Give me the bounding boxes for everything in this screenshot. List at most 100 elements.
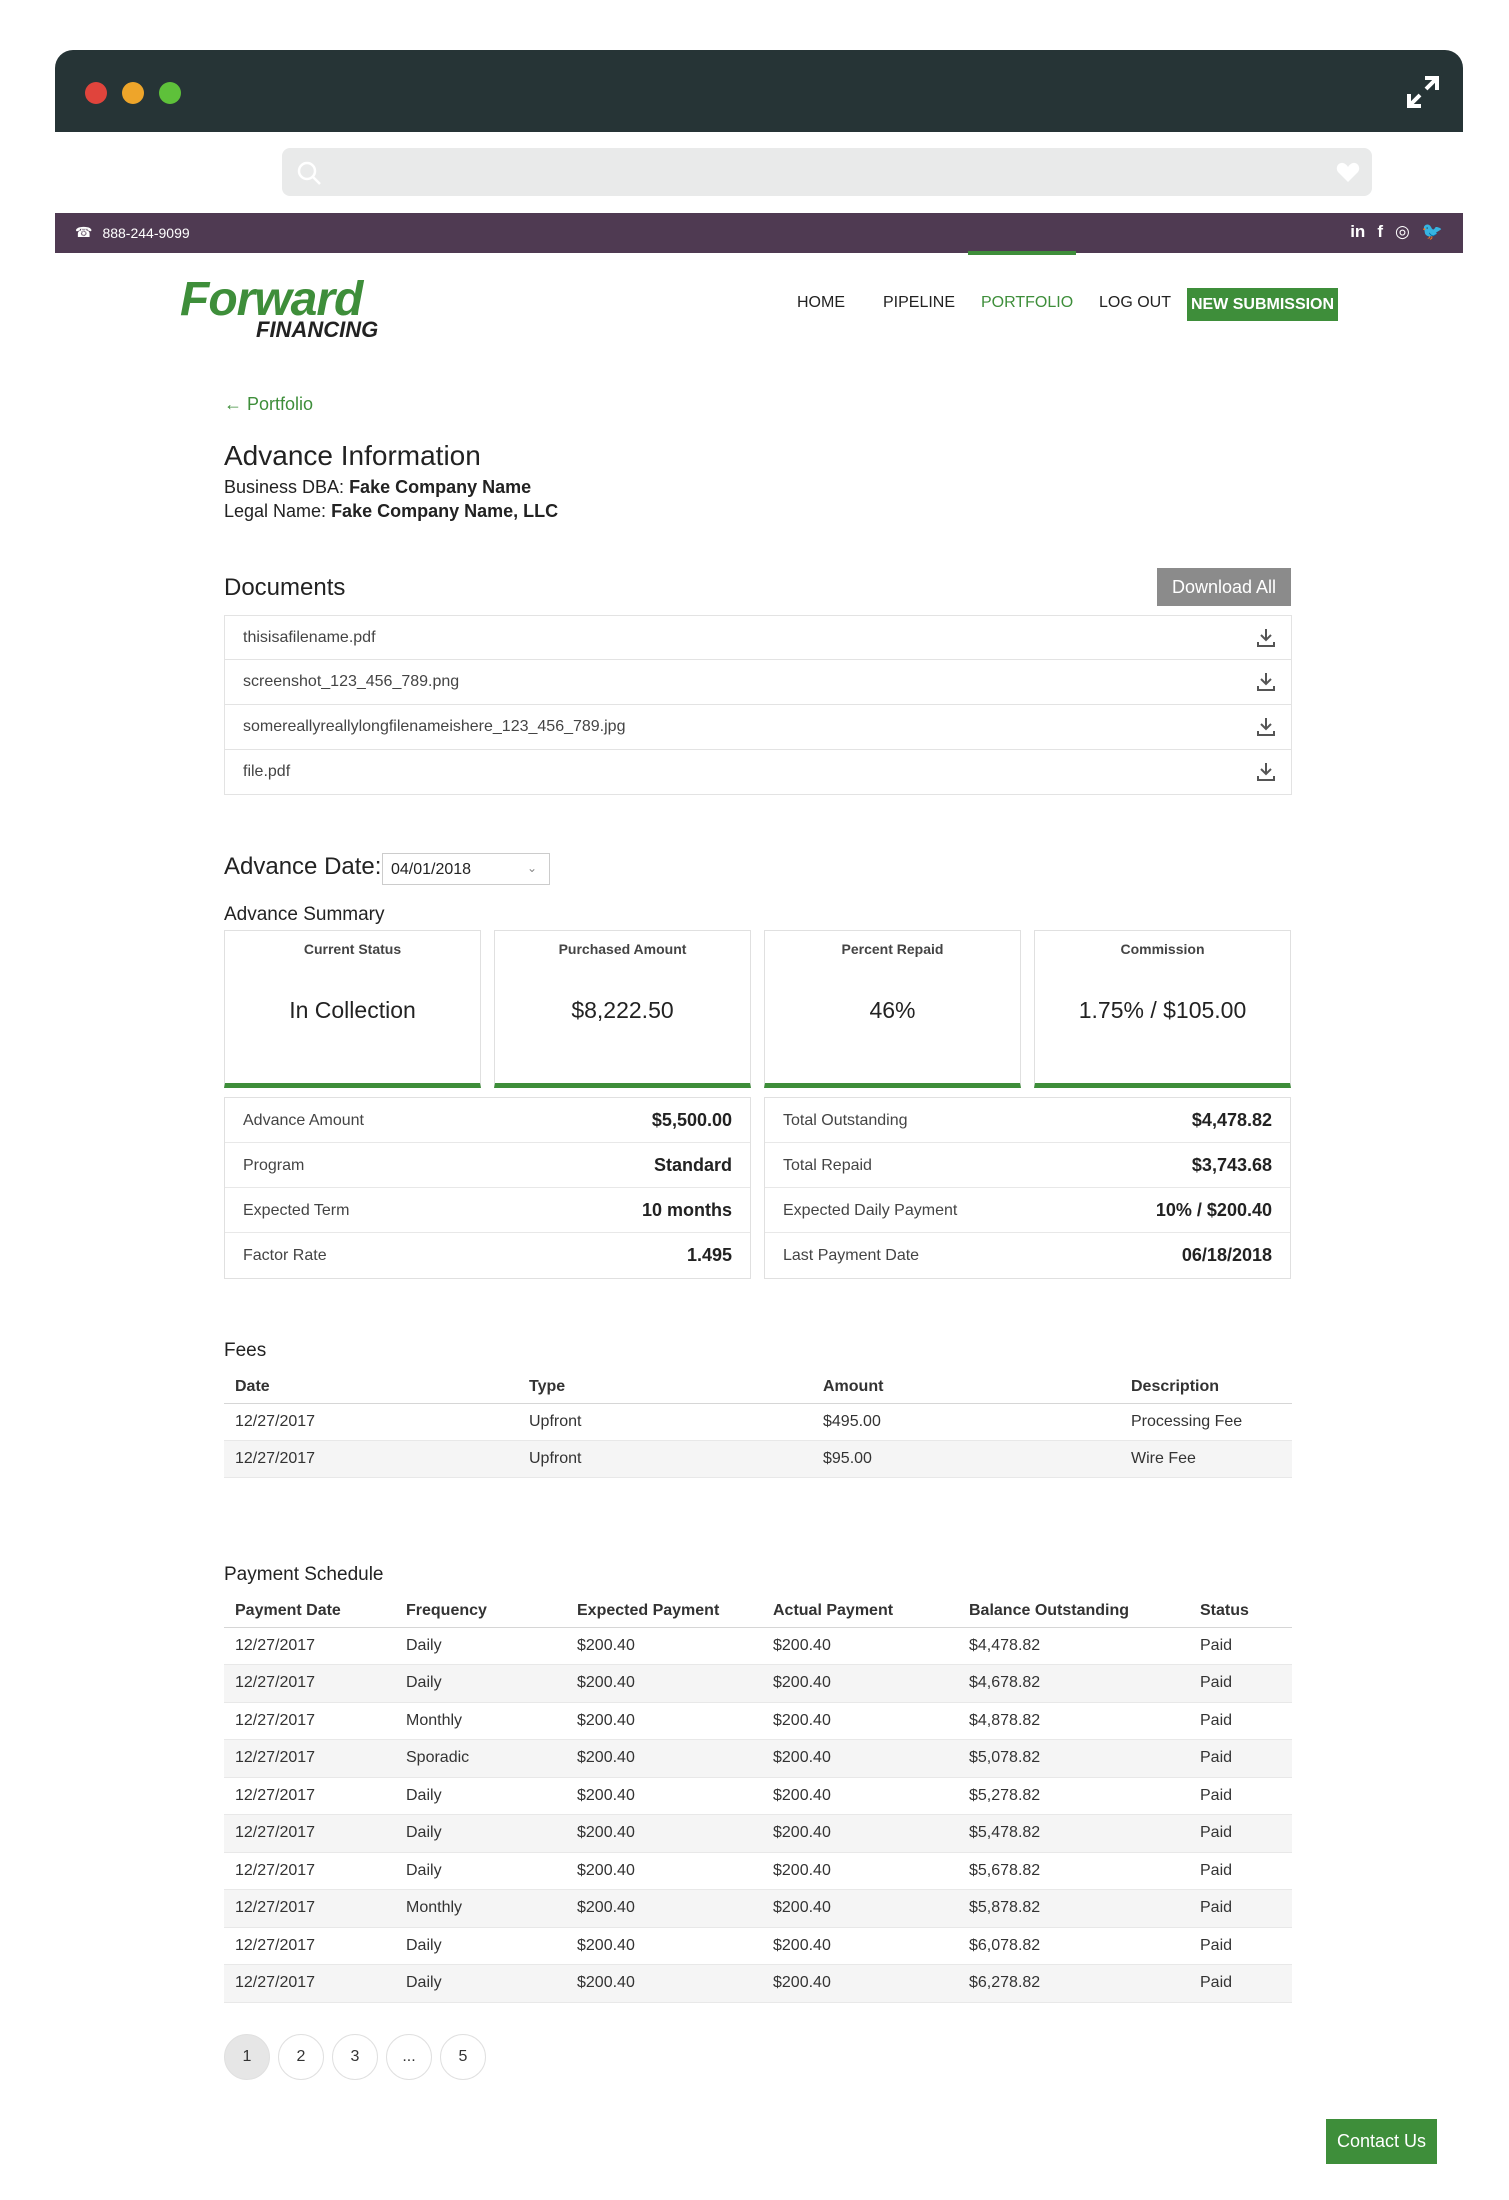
advance-details-left: Advance Amount $5,500.00 Program Standard … — [224, 1097, 751, 1279]
heart-icon[interactable] — [1336, 161, 1360, 183]
expected-payment: $200.40 — [566, 1964, 762, 2003]
detail-key: Total Outstanding — [783, 1112, 908, 1129]
card-label: Commission — [1120, 941, 1205, 957]
pay-header-status: Status — [1189, 1596, 1292, 1628]
logo-word-financing: FINANCING — [256, 317, 379, 342]
payment-status: Paid — [1189, 1814, 1292, 1853]
twitter-icon[interactable]: 🐦 — [1422, 222, 1443, 242]
table-row: 12/27/2017 Daily $200.40 $200.40 $5,678.82 Pa… — [224, 1852, 1292, 1890]
advance-date-value: 04/01/2018 — [391, 861, 472, 878]
payment-date: 12/27/2017 — [224, 1627, 395, 1665]
payment-date: 12/27/2017 — [224, 1739, 395, 1778]
back-to-portfolio-link[interactable]: ← Portfolio — [224, 394, 313, 415]
payment-date: 12/27/2017 — [224, 1889, 395, 1928]
expected-payment: $200.40 — [566, 1927, 762, 1965]
pay-header-expected: Expected Payment — [566, 1596, 762, 1628]
detail-value: 06/18/2018 — [1181, 1245, 1272, 1265]
detail-row: Total Outstanding $4,478.82 — [765, 1098, 1290, 1143]
detail-key: Expected Term — [243, 1202, 350, 1219]
balance-outstanding: $5,478.82 — [958, 1814, 1189, 1853]
detail-key: Program — [243, 1157, 305, 1174]
linkedin-icon[interactable]: in — [1350, 222, 1365, 242]
table-row: 12/27/2017 Daily $200.40 $200.40 $5,478.82 Pa… — [224, 1814, 1292, 1853]
fee-description: Processing Fee — [1120, 1403, 1292, 1441]
legal-name: Legal Name: Fake Company Name, LLC — [224, 501, 558, 522]
fee-date: 12/27/2017 — [224, 1403, 518, 1441]
detail-key: Total Repaid — [783, 1157, 872, 1174]
phone-icon: ☎ — [75, 224, 93, 240]
download-icon[interactable] — [1255, 761, 1277, 783]
download-all-button[interactable]: Download All — [1157, 568, 1291, 606]
new-submission-button[interactable]: NEW SUBMISSION — [1187, 288, 1338, 321]
payment-date: 12/27/2017 — [224, 1964, 395, 2003]
detail-row: Factor Rate 1.495 — [225, 1233, 750, 1278]
table-row: 12/27/2017 Monthly $200.40 $200.40 $5,878.82… — [224, 1889, 1292, 1928]
summary-card-status: Current Status In Collection — [224, 930, 481, 1088]
expected-payment: $200.40 — [566, 1852, 762, 1890]
document-row[interactable]: somereallyreallylongfilenameishere_123_4… — [224, 705, 1292, 750]
download-icon[interactable] — [1255, 671, 1277, 693]
chevron-down-icon: ⌄ — [526, 861, 537, 875]
balance-outstanding: $6,278.82 — [958, 1964, 1189, 2003]
forward-financing-logo[interactable]: Forward FINANCING — [180, 274, 380, 344]
phone-number[interactable]: ☎ 888-244-9099 — [75, 224, 190, 241]
page-3-button[interactable]: 3 — [332, 2034, 378, 2080]
page-5-button[interactable]: 5 — [440, 2034, 486, 2080]
payment-status: Paid — [1189, 1664, 1292, 1703]
page-title: Advance Information — [224, 440, 481, 471]
business-dba: Business DBA: Fake Company Name — [224, 477, 531, 498]
fees-header-type: Type — [518, 1372, 812, 1404]
fees-header-amount: Amount — [812, 1372, 1120, 1404]
detail-row: Last Payment Date 06/18/2018 — [765, 1233, 1290, 1278]
expected-payment: $200.40 — [566, 1814, 762, 1853]
document-row[interactable]: screenshot_123_456_789.png — [224, 660, 1292, 705]
browser-address-bar[interactable] — [282, 148, 1372, 196]
table-row: 12/27/2017 Daily $200.40 $200.40 $4,478.82 Pa… — [224, 1627, 1292, 1665]
fee-date: 12/27/2017 — [224, 1440, 518, 1478]
nav-pipeline[interactable]: PIPELINE — [883, 294, 955, 312]
page-2-button[interactable]: 2 — [278, 2034, 324, 2080]
advance-details-right: Total Outstanding $4,478.82 Total Repaid $… — [764, 1097, 1291, 1279]
nav-portfolio[interactable]: PORTFOLIO — [981, 294, 1073, 312]
detail-row: Advance Amount $5,500.00 — [225, 1098, 750, 1143]
expected-payment: $200.40 — [566, 1664, 762, 1703]
actual-payment: $200.40 — [762, 1739, 958, 1778]
pagination: 1 2 3 ... 5 — [224, 2034, 486, 2080]
page-1-button[interactable]: 1 — [224, 2034, 270, 2080]
advance-date-select[interactable]: 04/01/2018 ⌄ — [382, 853, 550, 885]
document-filename: somereallyreallylongfilenameishere_123_4… — [243, 718, 626, 735]
detail-key: Advance Amount — [243, 1112, 364, 1129]
close-window-button[interactable] — [85, 82, 107, 104]
table-row: 12/27/2017 Upfront $95.00 Wire Fee — [224, 1440, 1292, 1478]
nav-logout[interactable]: LOG OUT — [1099, 294, 1171, 312]
download-icon[interactable] — [1255, 716, 1277, 738]
zoom-window-button[interactable] — [159, 82, 181, 104]
document-row[interactable]: file.pdf — [224, 750, 1292, 795]
document-filename: thisisafilename.pdf — [243, 629, 376, 646]
nav-home[interactable]: HOME — [797, 294, 845, 312]
download-icon[interactable] — [1255, 627, 1277, 649]
instagram-icon[interactable]: ◎ — [1395, 222, 1410, 242]
detail-value: $4,478.82 — [1191, 1110, 1272, 1130]
detail-value: $3,743.68 — [1191, 1155, 1272, 1175]
fee-type: Upfront — [518, 1403, 812, 1441]
balance-outstanding: $6,078.82 — [958, 1927, 1189, 1965]
advance-date-label: Advance Date: — [224, 853, 382, 880]
detail-value: $5,500.00 — [651, 1110, 732, 1130]
contact-us-button[interactable]: Contact Us — [1326, 2119, 1437, 2164]
minimize-window-button[interactable] — [122, 82, 144, 104]
detail-key: Factor Rate — [243, 1247, 327, 1264]
table-row: 12/27/2017 Monthly $200.40 $200.40 $4,878.82… — [224, 1702, 1292, 1740]
payment-status: Paid — [1189, 1702, 1292, 1740]
detail-row: Total Repaid $3,743.68 — [765, 1143, 1290, 1188]
payment-frequency: Daily — [395, 1852, 566, 1890]
balance-outstanding: $4,878.82 — [958, 1702, 1189, 1740]
document-filename: screenshot_123_456_789.png — [243, 673, 460, 690]
facebook-icon[interactable]: f — [1377, 222, 1383, 242]
expected-payment: $200.40 — [566, 1702, 762, 1740]
advance-summary-title: Advance Summary — [224, 904, 385, 925]
fee-amount: $495.00 — [812, 1403, 1120, 1441]
document-row[interactable]: thisisafilename.pdf — [224, 615, 1292, 660]
actual-payment: $200.40 — [762, 1889, 958, 1928]
expand-icon[interactable] — [1405, 74, 1441, 110]
